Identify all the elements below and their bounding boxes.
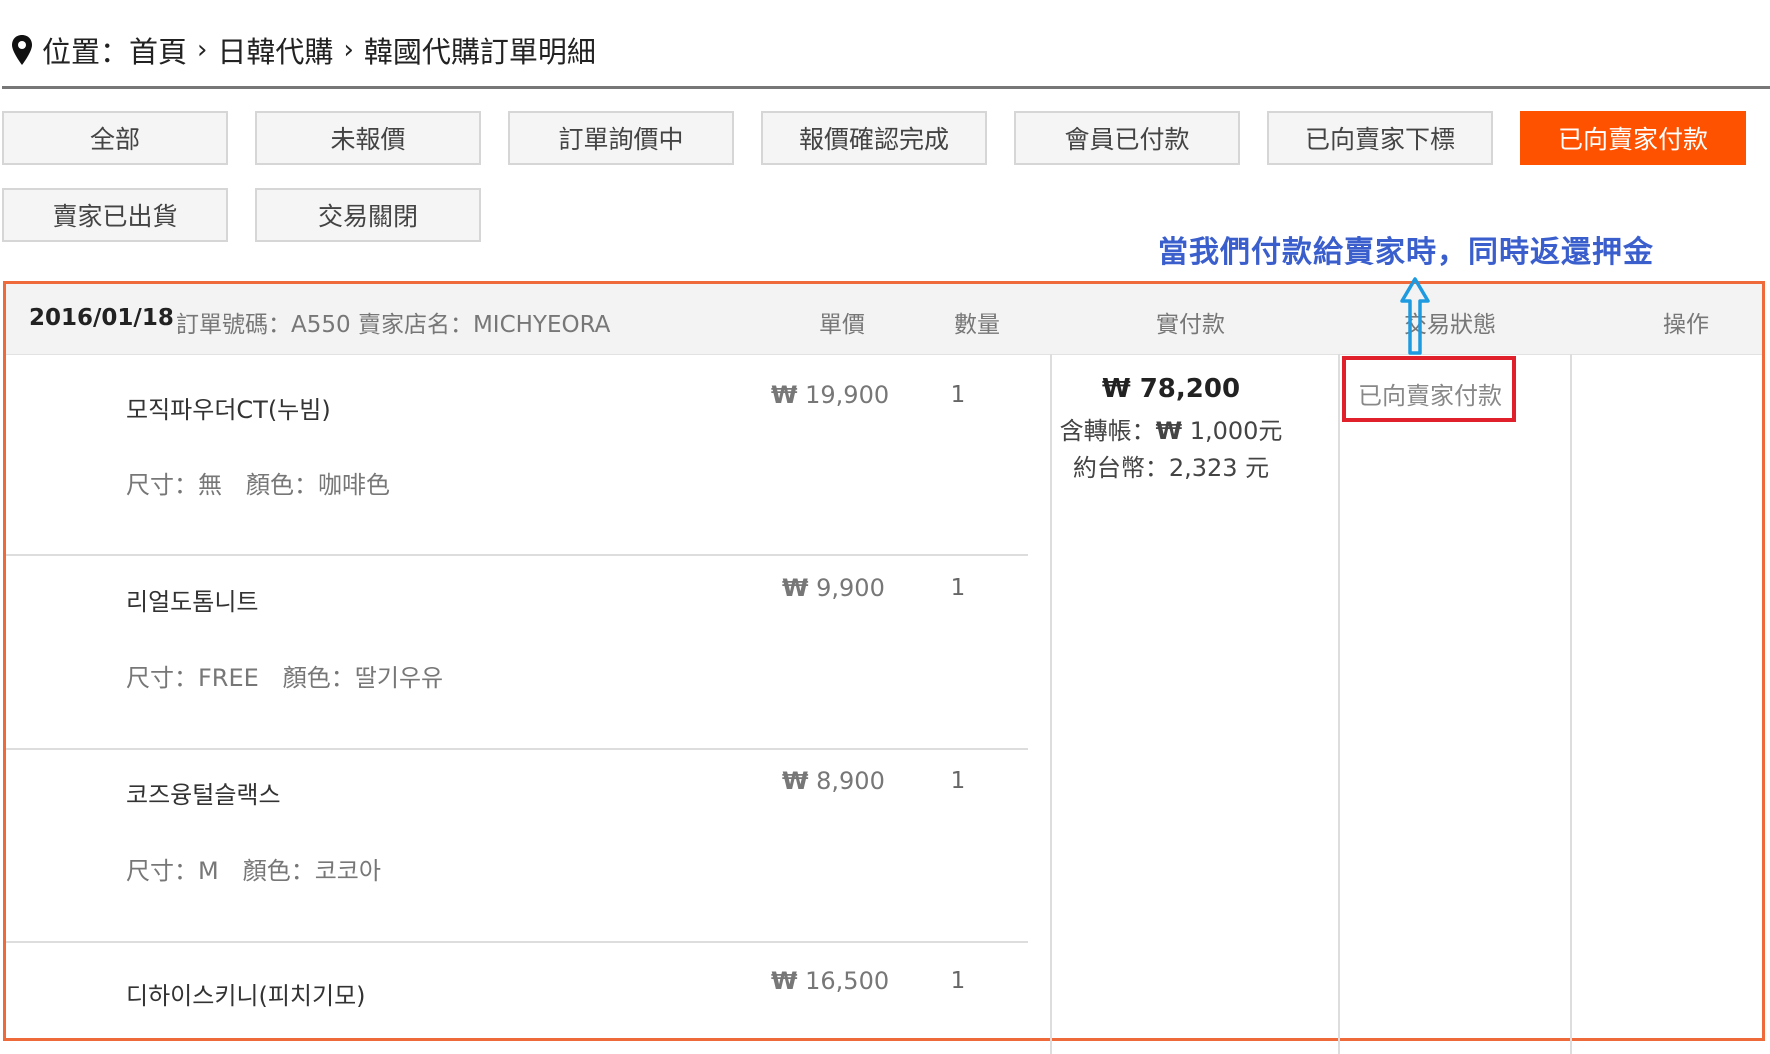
- won-symbol: ₩: [1155, 417, 1183, 445]
- item-name[interactable]: 코즈융털슬랙스: [126, 775, 281, 810]
- item-spec: 尺寸：FREE 顏色：딸기우유: [126, 664, 444, 692]
- item-qty: 1: [950, 768, 966, 794]
- won-symbol: ₩: [782, 767, 809, 795]
- column-paid: 實付款: [1156, 312, 1225, 338]
- tab-member-paid[interactable]: 會員已付款: [1014, 111, 1240, 165]
- item-name[interactable]: 모직파우더CT(누빔): [126, 390, 331, 425]
- row-divider: [6, 941, 1028, 943]
- column-action: 操作: [1663, 312, 1709, 338]
- transfer-fee-value: 1,000元: [1189, 417, 1283, 445]
- row-divider: [6, 748, 1028, 750]
- transfer-fee-label: 含轉帳：: [1059, 417, 1156, 445]
- column-price: 單價: [819, 312, 865, 338]
- order-card: 2016/01/18 訂單號碼：A550 賣家店名：MICHYEORA 單價 數…: [3, 281, 1765, 1054]
- item-qty: 1: [950, 968, 966, 994]
- payment-total-value: 78,200: [1139, 374, 1241, 404]
- annotation-text: 當我們付款給賣家時，同時返還押金: [1158, 235, 1654, 270]
- twd-estimate: 約台幣：2,323 元: [1030, 448, 1312, 483]
- twd-label: 約台幣：: [1072, 454, 1169, 482]
- order-info: 訂單號碼：A550 賣家店名：MICHYEORA: [176, 312, 611, 338]
- item-price: ₩ 9,900: [782, 574, 885, 602]
- item-price-value: 19,900: [805, 381, 890, 409]
- breadcrumb: 位置：首頁 › 日韓代購 › 韓國代購訂單明細: [10, 30, 596, 70]
- tab-bid-placed[interactable]: 已向賣家下標: [1267, 111, 1493, 165]
- column-divider: [1338, 354, 1340, 1054]
- order-header: 2016/01/18 訂單號碼：A550 賣家店名：MICHYEORA 單價 數…: [6, 284, 1762, 355]
- breadcrumb-separator: ›: [197, 35, 208, 65]
- breadcrumb-level2[interactable]: 日韓代購: [217, 29, 333, 71]
- item-price-value: 16,500: [805, 967, 890, 995]
- up-arrow-icon: [1400, 277, 1430, 355]
- item-price: ₩ 19,900: [771, 381, 889, 409]
- item-price: ₩ 16,500: [771, 967, 889, 995]
- won-symbol: ₩: [782, 574, 809, 602]
- won-symbol: ₩: [771, 381, 798, 409]
- item-price-value: 8,900: [816, 767, 885, 795]
- breadcrumb-divider: [2, 86, 1770, 89]
- won-symbol: ₩: [1101, 374, 1131, 404]
- twd-value: 2,323 元: [1168, 454, 1270, 482]
- item-price: ₩ 8,900: [782, 767, 885, 795]
- tab-seller-shipped[interactable]: 賣家已出貨: [2, 188, 228, 242]
- order-date: 2016/01/18: [29, 305, 174, 331]
- item-qty: 1: [950, 382, 966, 408]
- won-symbol: ₩: [771, 967, 798, 995]
- tab-paid-seller[interactable]: 已向賣家付款: [1520, 111, 1746, 165]
- status-badge: 已向賣家付款: [1358, 382, 1502, 410]
- item-name[interactable]: 디하이스키니(피치기모): [126, 976, 366, 1011]
- row-divider: [6, 554, 1028, 556]
- breadcrumb-current: 韓國代購訂單明細: [363, 35, 596, 69]
- tab-closed[interactable]: 交易關閉: [255, 188, 481, 242]
- transfer-fee: 含轉帳：₩ 1,000元: [1030, 411, 1312, 446]
- item-qty: 1: [950, 575, 966, 601]
- item-name[interactable]: 리얼도톰니트: [126, 582, 258, 617]
- breadcrumb-prefix[interactable]: 位置：首頁: [42, 29, 187, 71]
- tab-quote-confirmed[interactable]: 報價確認完成: [761, 111, 987, 165]
- column-qty: 數量: [954, 312, 1000, 338]
- tab-inquiring[interactable]: 訂單詢價中: [508, 111, 734, 165]
- item-spec: 尺寸：無 顏色：咖啡色: [126, 471, 390, 499]
- item-price-value: 9,900: [816, 574, 885, 602]
- breadcrumb-separator: ›: [343, 35, 354, 65]
- payment-total: ₩ 78,200: [1030, 374, 1312, 404]
- column-divider: [1570, 354, 1572, 1054]
- item-spec: 尺寸：M 顏色：코코아: [126, 857, 381, 885]
- map-pin-icon: [12, 35, 32, 65]
- tab-not-quoted[interactable]: 未報價: [255, 111, 481, 165]
- tab-all[interactable]: 全部: [2, 111, 228, 165]
